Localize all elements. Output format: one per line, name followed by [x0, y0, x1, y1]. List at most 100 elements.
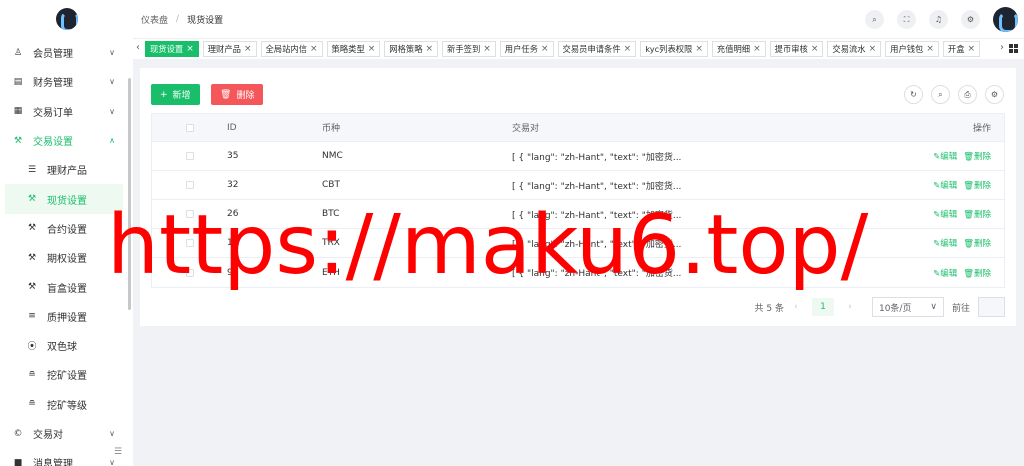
close-icon[interactable]: × [624, 44, 632, 54]
tab-5[interactable]: 新手签到 × [442, 41, 496, 57]
filter-icon: ≘ [28, 369, 36, 380]
row-select-cell [152, 239, 227, 247]
edit-link[interactable]: ✎编辑 [933, 237, 957, 249]
delete-link[interactable]: 🗑删除 [963, 150, 991, 162]
sidebar-item-9[interactable]: ≡ 质押设置 [0, 302, 133, 331]
select-all-checkbox[interactable] [185, 123, 194, 132]
search-icon[interactable]: ⌕ [865, 10, 884, 29]
close-icon[interactable]: × [244, 44, 252, 54]
close-icon[interactable]: × [541, 44, 549, 54]
print-icon[interactable]: ⎙ [958, 85, 977, 104]
wrench-icon: ⚒ [27, 223, 37, 234]
tabs-menu-icon[interactable] [1009, 44, 1018, 53]
refresh-icon[interactable]: ↻ [904, 85, 923, 104]
delete-button[interactable]: 🗑 删除 [211, 84, 264, 105]
page-number-1[interactable]: 1 [811, 298, 834, 316]
delete-link[interactable]: 🗑删除 [963, 267, 991, 279]
delete-button-label: 删除 [236, 91, 255, 101]
tab-4[interactable]: 网格策略 × [384, 41, 439, 57]
close-icon[interactable]: × [310, 44, 318, 54]
tab-6[interactable]: 用户任务 × [499, 41, 554, 57]
sidebar-item-11[interactable]: ≘ 挖矿设置 [0, 360, 133, 389]
tab-9[interactable]: 充值明细 × [711, 41, 766, 57]
tabs-next-icon[interactable]: › [1000, 42, 1004, 53]
goto-page-input[interactable] [978, 297, 1005, 317]
tab-label: 开盒 [947, 44, 965, 54]
sidebar-item-8[interactable]: ⚒ 盲盒设置 [0, 272, 133, 301]
close-icon[interactable]: × [426, 44, 434, 54]
close-icon[interactable]: × [186, 44, 194, 54]
sidebar-item-3[interactable]: ⚒ 交易设置 ∧ [0, 126, 133, 155]
logo-icon[interactable] [55, 8, 78, 30]
tab-13[interactable]: 开盒 × [942, 41, 981, 57]
tabs-bar: ‹ 现货设置 × 理财产品 × 全局站内信 × 策略类型 × 网格策略 × 新手签到 × 用户任务 × 交易… [133, 38, 1024, 59]
avatar[interactable] [993, 7, 1018, 32]
page-size-value: 10条/页 [878, 303, 912, 314]
row-checkbox[interactable] [185, 210, 194, 218]
tab-0[interactable]: 现货设置 × [145, 41, 199, 57]
edit-link[interactable]: ✎编辑 [933, 179, 957, 191]
tab-3[interactable]: 策略类型 × [326, 41, 381, 57]
sidebar-item-1[interactable]: ▤ 财务管理 ∨ [0, 67, 133, 96]
row-checkbox[interactable] [185, 152, 194, 160]
close-icon[interactable]: × [753, 44, 761, 54]
edit-link[interactable]: ✎编辑 [933, 267, 957, 279]
cell-coin: BTC [322, 209, 340, 219]
close-icon[interactable]: × [483, 44, 491, 54]
tab-10[interactable]: 提币审核 × [769, 41, 824, 57]
prev-page-button[interactable]: ‹ [787, 302, 805, 312]
sidebar-logo-area [0, 0, 133, 38]
tab-12[interactable]: 用户钱包 × [885, 41, 939, 57]
search-icon[interactable]: ⌕ [931, 85, 950, 104]
target-icon: ⦿ [27, 342, 37, 353]
edit-link[interactable]: ✎编辑 [933, 150, 957, 162]
row-checkbox[interactable] [185, 239, 194, 247]
cell-pair: [ { "lang": "zh-Hant", "text": "加密货... [512, 181, 682, 192]
sidebar-item-4[interactable]: ☰ 理财产品 [0, 155, 133, 184]
tab-2[interactable]: 全局站内信 × [260, 41, 323, 57]
sidebar-item-label: 期权设置 [47, 254, 87, 266]
sidebar-item-10[interactable]: ⦿ 双色球 [0, 331, 133, 360]
cell-pair: [ { "lang": "zh-Hant", "text": "加密货... [512, 269, 682, 279]
top-header: 仪表盘 / 现货设置 ⌕ ⛶ ♫ ⚙ [133, 0, 1024, 38]
sidebar-item-0[interactable]: ♙ 会员管理 ∨ [0, 38, 133, 67]
row-checkbox[interactable] [185, 181, 194, 189]
delete-link[interactable]: 🗑删除 [963, 179, 991, 191]
tab-11[interactable]: 交易流水 × [827, 41, 882, 57]
close-icon[interactable]: × [869, 44, 877, 54]
edit-link[interactable]: ✎编辑 [933, 208, 957, 220]
bell-icon[interactable]: ♫ [929, 10, 948, 29]
page-size-select[interactable]: 10条/页 ∨ [871, 297, 944, 317]
sidebar-item-6[interactable]: ⚒ 合约设置 [0, 214, 133, 243]
chevron-icon: ∨ [109, 429, 115, 438]
sidebar-item-13[interactable]: © 交易对 ∨ [0, 419, 133, 448]
close-icon[interactable]: × [368, 44, 376, 54]
close-icon[interactable]: × [695, 44, 703, 54]
sidebar-scrollbar[interactable] [128, 78, 131, 310]
fullscreen-icon[interactable]: ⛶ [897, 10, 916, 29]
sidebar-item-12[interactable]: ≘ 挖矿等级 [0, 390, 133, 419]
settings-icon[interactable]: ⚙ [985, 85, 1004, 104]
cell-operations: ✎编辑 🗑删除 [872, 150, 1004, 162]
tab-7[interactable]: 交易员申请条件 × [557, 41, 637, 57]
breadcrumb-dashboard[interactable]: 仪表盘 [141, 13, 168, 26]
delete-link[interactable]: 🗑删除 [963, 208, 991, 220]
tab-label: 网格策略 [389, 44, 423, 54]
sidebar-item-5[interactable]: ⚒ 现货设置 [5, 184, 123, 214]
row-checkbox[interactable] [185, 268, 194, 277]
sidebar-item-label: 理财产品 [47, 166, 87, 178]
sidebar-item-7[interactable]: ⚒ 期权设置 [0, 243, 133, 272]
tab-1[interactable]: 理财产品 × [202, 41, 257, 57]
close-icon[interactable]: × [968, 44, 976, 54]
chevron-icon: ∧ [109, 136, 115, 146]
delete-link[interactable]: 🗑删除 [963, 237, 991, 249]
sidebar-item-2[interactable]: ▦ 交易订单 ∨ [0, 97, 133, 126]
collapse-menu-icon[interactable]: ☰ [114, 447, 122, 457]
next-page-button[interactable]: › [841, 302, 859, 312]
close-icon[interactable]: × [811, 44, 819, 54]
add-button[interactable]: + 新增 [151, 84, 200, 105]
tab-8[interactable]: kyc列表权限 × [640, 41, 708, 57]
close-icon[interactable]: × [926, 44, 934, 54]
settings-icon[interactable]: ⚙ [961, 10, 980, 29]
tabs-prev-icon[interactable]: ‹ [136, 42, 140, 53]
